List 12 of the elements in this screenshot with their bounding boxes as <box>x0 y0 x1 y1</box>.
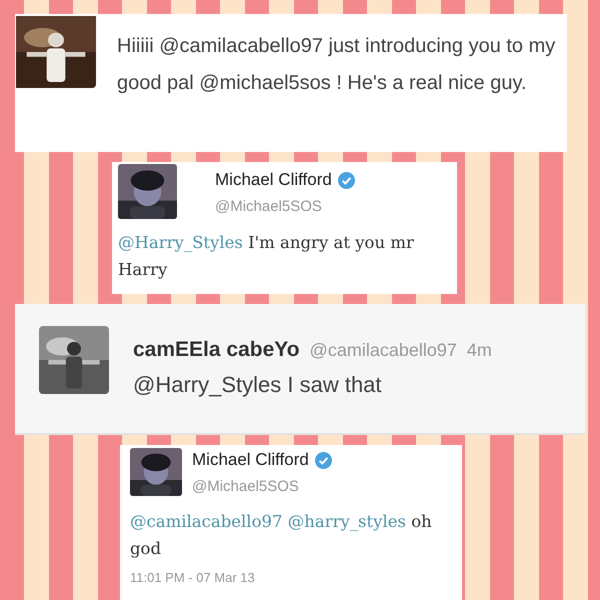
user-name: Michael Clifford <box>215 170 332 190</box>
user-handle: @Michael5SOS <box>192 478 300 495</box>
tweet-text: @camilacabello97 @harry_styles oh god <box>130 511 433 560</box>
user-handle: @Michael5SOS <box>215 198 323 215</box>
user-name: Michael Clifford <box>192 450 309 470</box>
tweet-time: 4m <box>466 340 492 361</box>
tweet-timestamp: 11:01 PM - 07 Mar 13 <box>130 570 256 585</box>
user-name: camEEla cabeYo <box>133 338 300 362</box>
tweet-text: Hiiiii @camilacabello97 just introducing you to my good pal @michael5sos ! He's a real nice guy. <box>117 34 556 96</box>
user-handle: @camilacabello97 <box>310 340 457 361</box>
tweet-text: @Harry_Styles I saw that <box>133 372 383 398</box>
tweet-text: @Harry_Styles I'm angry at you mr Harry <box>118 232 415 281</box>
